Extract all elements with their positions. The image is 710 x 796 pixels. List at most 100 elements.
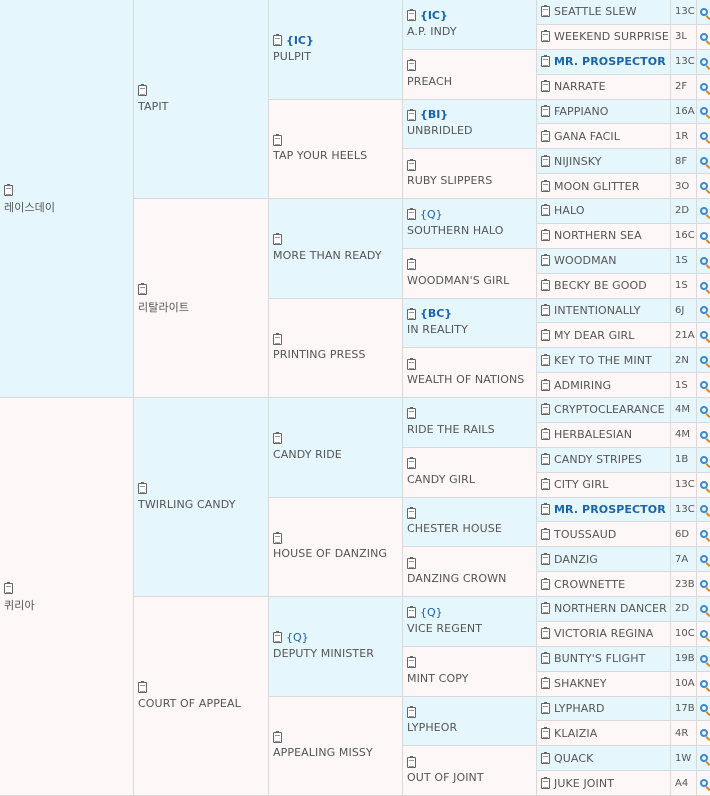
search-button[interactable]: [697, 348, 710, 374]
magnifier-icon[interactable]: [699, 679, 708, 688]
clipboard-icon[interactable]: [541, 353, 550, 366]
gen5-cell[interactable]: MR. PROSPECTOR: [537, 497, 671, 523]
clipboard-icon[interactable]: [541, 129, 550, 142]
magnifier-icon[interactable]: [699, 530, 708, 539]
magnifier-icon[interactable]: [699, 754, 708, 763]
clipboard-icon[interactable]: [541, 403, 550, 416]
magnifier-icon[interactable]: [699, 480, 708, 489]
horse-name[interactable]: CANDY STRIPES: [554, 453, 642, 466]
magnifier-icon[interactable]: [699, 231, 708, 240]
horse-name[interactable]: VICTORIA REGINA: [554, 627, 653, 640]
gen5-cell[interactable]: KLAIZIA: [537, 721, 671, 747]
gen2-cell[interactable]: 리탈라이트: [134, 199, 269, 398]
gen1-cell[interactable]: 레이스데이: [0, 0, 134, 398]
magnifier-icon[interactable]: [699, 57, 708, 66]
clipboard-icon[interactable]: [541, 478, 550, 491]
gen5-cell[interactable]: VICTORIA REGINA: [537, 621, 671, 647]
gen5-cell[interactable]: KEY TO THE MINT: [537, 348, 671, 374]
gen4-cell[interactable]: WOODMAN'S GIRL: [403, 248, 537, 299]
clipboard-icon[interactable]: [273, 730, 282, 743]
clipboard-icon[interactable]: [541, 55, 550, 68]
gen4-cell[interactable]: {Q} VICE REGENT: [403, 597, 537, 647]
search-button[interactable]: [697, 597, 710, 622]
clipboard-icon[interactable]: [541, 527, 550, 540]
clipboard-icon[interactable]: [407, 59, 416, 72]
clipboard-icon[interactable]: [541, 5, 550, 18]
search-button[interactable]: [697, 721, 710, 747]
magnifier-icon[interactable]: [699, 779, 708, 788]
horse-name[interactable]: MR. PROSPECTOR: [554, 55, 666, 68]
magnifier-icon[interactable]: [699, 555, 708, 564]
clipboard-icon[interactable]: [541, 552, 550, 565]
horse-name[interactable]: MORE THAN READY: [273, 249, 400, 262]
horse-name[interactable]: TAPIT: [138, 100, 266, 113]
magnifier-icon[interactable]: [699, 604, 708, 613]
search-button[interactable]: [697, 646, 710, 672]
magnifier-icon[interactable]: [699, 182, 708, 191]
clipboard-icon[interactable]: [407, 656, 416, 669]
search-button[interactable]: [697, 24, 710, 50]
horse-name[interactable]: TWIRLING CANDY: [138, 498, 266, 511]
horse-name[interactable]: WOODMAN: [554, 254, 617, 267]
gen4-cell[interactable]: PREACH: [403, 49, 537, 100]
clipboard-icon[interactable]: [541, 751, 550, 764]
gen5-cell[interactable]: NORTHERN SEA: [537, 223, 671, 249]
gen4-cell[interactable]: RIDE THE RAILS: [403, 398, 537, 448]
clipboard-icon[interactable]: [407, 108, 416, 121]
clipboard-icon[interactable]: [541, 701, 550, 714]
search-button[interactable]: [697, 621, 710, 647]
gen3-cell[interactable]: {IC} PULPIT: [269, 0, 403, 100]
search-button[interactable]: [697, 248, 710, 274]
search-button[interactable]: [697, 671, 710, 697]
search-button[interactable]: [697, 99, 710, 125]
search-button[interactable]: [697, 522, 710, 548]
clipboard-icon[interactable]: [273, 631, 282, 644]
gen4-cell[interactable]: OUT OF JOINT: [403, 746, 537, 796]
clipboard-icon[interactable]: [541, 453, 550, 466]
magnifier-icon[interactable]: [699, 7, 708, 16]
magnifier-icon[interactable]: [699, 654, 708, 663]
gen5-cell[interactable]: WEEKEND SURPRISE: [537, 24, 671, 50]
search-button[interactable]: [697, 771, 710, 796]
horse-name[interactable]: SOUTHERN HALO: [407, 224, 534, 237]
clipboard-icon[interactable]: [407, 407, 416, 420]
clipboard-icon[interactable]: [541, 254, 550, 267]
horse-name[interactable]: COURT OF APPEAL: [138, 697, 266, 710]
clipboard-icon[interactable]: [273, 133, 282, 146]
clipboard-icon[interactable]: [273, 531, 282, 544]
gen2-cell[interactable]: COURT OF APPEAL: [134, 597, 269, 796]
horse-name[interactable]: CRYPTOCLEARANCE: [554, 403, 665, 416]
horse-name[interactable]: CANDY GIRL: [407, 473, 534, 486]
horse-name[interactable]: KLAIZIA: [554, 727, 597, 740]
clipboard-icon[interactable]: [407, 705, 416, 718]
horse-name[interactable]: DEPUTY MINISTER: [273, 647, 400, 660]
clipboard-icon[interactable]: [138, 681, 147, 693]
horse-name[interactable]: CROWNETTE: [554, 578, 625, 591]
magnifier-icon[interactable]: [699, 331, 708, 340]
horse-name[interactable]: LYPHEOR: [407, 721, 534, 734]
clipboard-icon[interactable]: [138, 84, 147, 96]
clipboard-icon[interactable]: [407, 208, 416, 221]
search-button[interactable]: [697, 199, 710, 224]
magnifier-icon[interactable]: [699, 82, 708, 91]
gen4-cell[interactable]: LYPHEOR: [403, 696, 537, 747]
horse-name[interactable]: NORTHERN SEA: [554, 229, 642, 242]
gen5-cell[interactable]: TOUSSAUD: [537, 522, 671, 548]
clipboard-icon[interactable]: [541, 328, 550, 341]
gen3-cell[interactable]: {Q} DEPUTY MINISTER: [269, 597, 403, 697]
horse-name[interactable]: NIJINSKY: [554, 155, 602, 168]
horse-name[interactable]: TAP YOUR HEELS: [273, 149, 400, 162]
horse-name[interactable]: PULPIT: [273, 50, 400, 63]
search-button[interactable]: [697, 547, 710, 573]
clipboard-icon[interactable]: [541, 80, 550, 93]
search-button[interactable]: [697, 124, 710, 150]
gen5-cell[interactable]: CITY GIRL: [537, 472, 671, 498]
gen3-cell[interactable]: APPEALING MISSY: [269, 696, 403, 796]
gen4-cell[interactable]: {BI} UNBRIDLED: [403, 99, 537, 150]
clipboard-icon[interactable]: [407, 606, 416, 619]
gen4-cell[interactable]: MINT COPY: [403, 646, 537, 697]
horse-name[interactable]: MINT COPY: [407, 672, 534, 685]
magnifier-icon[interactable]: [699, 580, 708, 589]
horse-name[interactable]: FAPPIANO: [554, 105, 609, 118]
clipboard-icon[interactable]: [541, 378, 550, 391]
